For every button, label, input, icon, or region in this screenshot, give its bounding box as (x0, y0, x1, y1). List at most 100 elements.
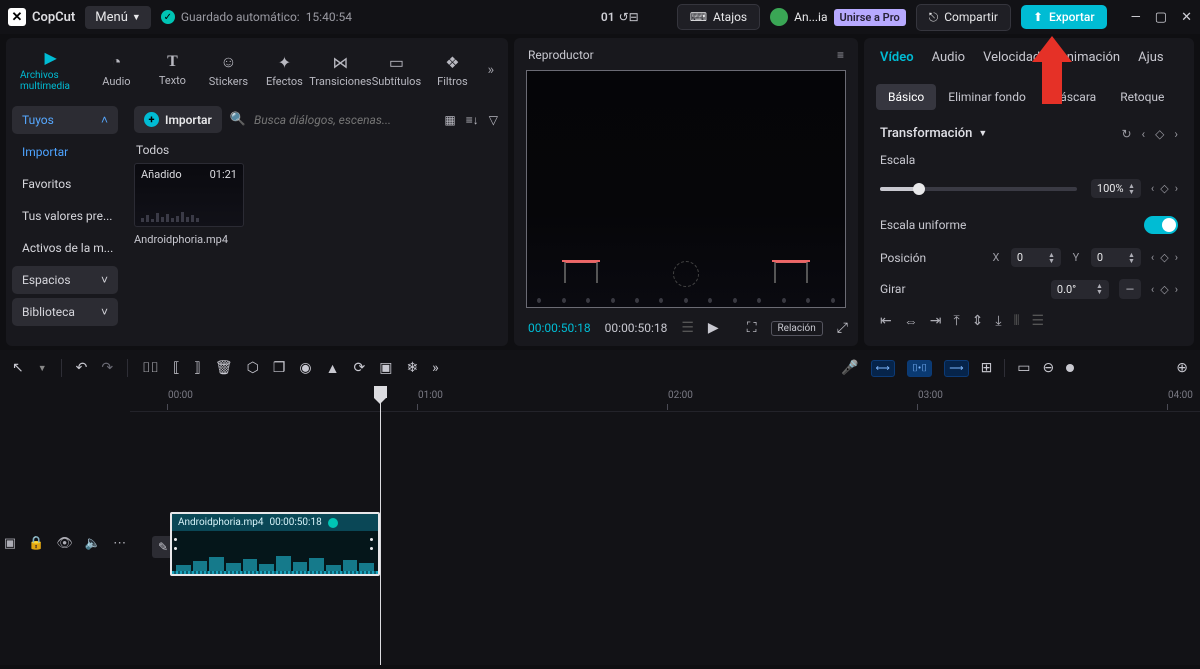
timeline-clip[interactable]: Androidphoria.mp4 00:00:50:18 (170, 512, 380, 576)
eye-icon[interactable]: 👁 (56, 536, 73, 551)
media-search-input[interactable] (254, 113, 436, 127)
duplicate-icon[interactable]: ❐ (273, 360, 286, 376)
playhead-handle[interactable] (374, 386, 387, 398)
subtab-remove-bg[interactable]: Eliminar fondo (936, 84, 1038, 110)
tab-media[interactable]: ▶ Archivos multimedia (16, 46, 85, 94)
timeline-track-area[interactable]: 00:00 01:00 02:00 03:00 04:00 Androidpho… (130, 386, 1200, 665)
keyframe-prev-icon[interactable]: ‹ (1142, 127, 1146, 141)
shortcuts-button[interactable]: ⌨ Atajos (677, 4, 760, 30)
keyframe-prev-icon[interactable]: ‹ (1151, 283, 1154, 296)
tab-filters[interactable]: ❖ Filtros (427, 51, 477, 90)
tab-video[interactable]: Vídeo (880, 50, 914, 65)
maximize-icon[interactable]: ▢ (1155, 10, 1167, 25)
crop-tool-icon[interactable]: ▣ (379, 360, 392, 376)
lock-icon[interactable]: 🔒 (28, 536, 44, 551)
keyframe-diamond-icon[interactable]: ◇ (1160, 182, 1168, 195)
align-bottom-icon[interactable]: ⤓ (995, 313, 1001, 330)
snap-chip[interactable]: ⟷ (871, 360, 895, 377)
mirror-h-icon[interactable]: ▲ (326, 360, 340, 377)
align-right-icon[interactable]: ⇥ (930, 313, 942, 330)
trim-right-icon[interactable]: ⟧ (194, 360, 201, 376)
align-left-icon[interactable]: ⇤ (880, 313, 892, 330)
player-viewport[interactable] (526, 70, 846, 308)
export-button[interactable]: ⬆ Exportar (1021, 5, 1107, 29)
scale-slider[interactable] (880, 187, 1077, 191)
pos-x-field[interactable]: 0 ▲▼ (1011, 248, 1061, 267)
more-tabs-icon[interactable]: » (483, 58, 498, 82)
share-button[interactable]: ⎋ Compartir (916, 4, 1011, 31)
transform-section-header[interactable]: Transformación▼ ↻ ‹ ◇ › (864, 116, 1194, 145)
tab-stickers[interactable]: ☺ Stickers (203, 50, 253, 90)
align-center-h-icon[interactable]: ⇔ (904, 313, 918, 330)
sidebar-item-spaces[interactable]: Espacios ˅ (12, 266, 118, 294)
sort-icon[interactable]: ≡↓ (466, 113, 479, 127)
keyframe-next-icon[interactable]: › (1175, 283, 1178, 296)
tab-text[interactable]: T Texto (147, 51, 197, 89)
stepper-icon[interactable]: ▲▼ (1096, 283, 1103, 295)
tab-subtitles[interactable]: ▭ Subtítulos (371, 51, 421, 90)
more-tools-icon[interactable]: » (432, 360, 439, 376)
fullscreen-icon[interactable]: ⛶ (747, 320, 757, 336)
keyframe-diamond-icon[interactable]: ◇ (1155, 127, 1164, 141)
preview-icon[interactable]: ⊞ (981, 360, 993, 376)
tab-transitions[interactable]: ⋈ Transiciones (315, 51, 365, 90)
stepper-icon[interactable]: ▲▼ (1048, 252, 1055, 264)
subtab-retouch[interactable]: Retoque (1108, 84, 1176, 110)
player-menu-icon[interactable]: ≡ (837, 48, 844, 62)
close-icon[interactable]: ✕ (1181, 10, 1192, 25)
undo-icon[interactable]: ↶ (76, 360, 88, 376)
crop-icon[interactable]: ⬡ (247, 360, 259, 376)
aspect-ratio-button[interactable]: Relación (771, 321, 823, 336)
zoom-fit-icon[interactable]: ⊕ (1176, 360, 1188, 376)
magnet-chip[interactable]: ⌷•⌷ (907, 360, 932, 377)
keyframe-diamond-icon[interactable]: ◇ (1160, 251, 1168, 264)
timeline-ruler[interactable]: 00:00 01:00 02:00 03:00 04:00 (130, 386, 1200, 412)
tab-adjust[interactable]: Ajus (1138, 50, 1163, 65)
link-chip[interactable]: ⟶ (944, 360, 968, 377)
mic-icon[interactable]: 🎤 (841, 360, 858, 376)
expand-icon[interactable]: ⤢ (837, 320, 848, 336)
rotate-icon[interactable]: ⟳ (353, 360, 365, 376)
subtab-basic[interactable]: Básico (876, 84, 936, 110)
menu-button[interactable]: Menú ▼ (85, 6, 151, 29)
tab-speed[interactable]: Velocidad (983, 50, 1040, 65)
redo-icon[interactable]: ↷ (101, 360, 113, 376)
track-preview-icon[interactable]: ▭ (1017, 360, 1030, 376)
trim-left-icon[interactable]: ⟦ (173, 360, 180, 376)
history-counter[interactable]: 01 ↺⊟ (601, 10, 639, 24)
chevron-down-icon[interactable]: ▼ (38, 363, 47, 374)
sidebar-item-presets[interactable]: Tus valores pre... (12, 202, 118, 230)
distribute-h-icon[interactable]: ⫴ (1014, 313, 1020, 330)
minimize-icon[interactable]: — (1131, 10, 1141, 25)
delete-icon[interactable]: 🗑 (215, 360, 233, 376)
grid-view-icon[interactable]: ▦ (444, 113, 455, 127)
stepper-icon[interactable]: ▲▼ (1128, 252, 1135, 264)
keyframe-next-icon[interactable]: › (1174, 127, 1178, 141)
pro-badge[interactable]: Unirse a Pro (834, 9, 906, 26)
rotate-field[interactable]: 0.0° ▲▼ (1051, 280, 1109, 299)
mute-icon[interactable]: 🔈 (85, 536, 101, 551)
playhead[interactable] (380, 386, 381, 665)
freeze-icon[interactable]: ❄ (406, 360, 418, 376)
keyframe-next-icon[interactable]: › (1175, 182, 1178, 195)
pos-y-field[interactable]: 0 ▲▼ (1091, 248, 1141, 267)
sidebar-item-import[interactable]: Importar (12, 138, 118, 166)
import-button[interactable]: + Importar (134, 106, 222, 133)
zoom-out-icon[interactable]: ⊖ (1043, 360, 1055, 376)
reset-icon[interactable]: ↻ (1121, 127, 1131, 141)
zoom-slider[interactable] (1066, 364, 1074, 372)
subtab-mask[interactable]: Máscara (1038, 84, 1108, 110)
mirror-button[interactable]: — (1119, 279, 1141, 299)
sidebar-item-library[interactable]: Biblioteca ˅ (12, 298, 118, 326)
align-top-icon[interactable]: ⤒ (953, 313, 959, 330)
tab-effects[interactable]: ✦ Efectos (259, 51, 309, 90)
sidebar-item-favorites[interactable]: Favoritos (12, 170, 118, 198)
sidebar-item-brand-assets[interactable]: Activos de la m... (12, 234, 118, 262)
pointer-tool-icon[interactable]: ↖ (12, 360, 24, 376)
media-item[interactable]: Añadido 01:21 Androidphoria.mp4 (134, 163, 244, 246)
keyframe-diamond-icon[interactable]: ◇ (1160, 283, 1168, 296)
record-icon[interactable]: ◉ (299, 360, 311, 376)
keyframe-next-icon[interactable]: › (1175, 251, 1178, 264)
stepper-icon[interactable]: ▲▼ (1128, 183, 1135, 195)
tab-audio-insp[interactable]: Audio (932, 50, 965, 65)
